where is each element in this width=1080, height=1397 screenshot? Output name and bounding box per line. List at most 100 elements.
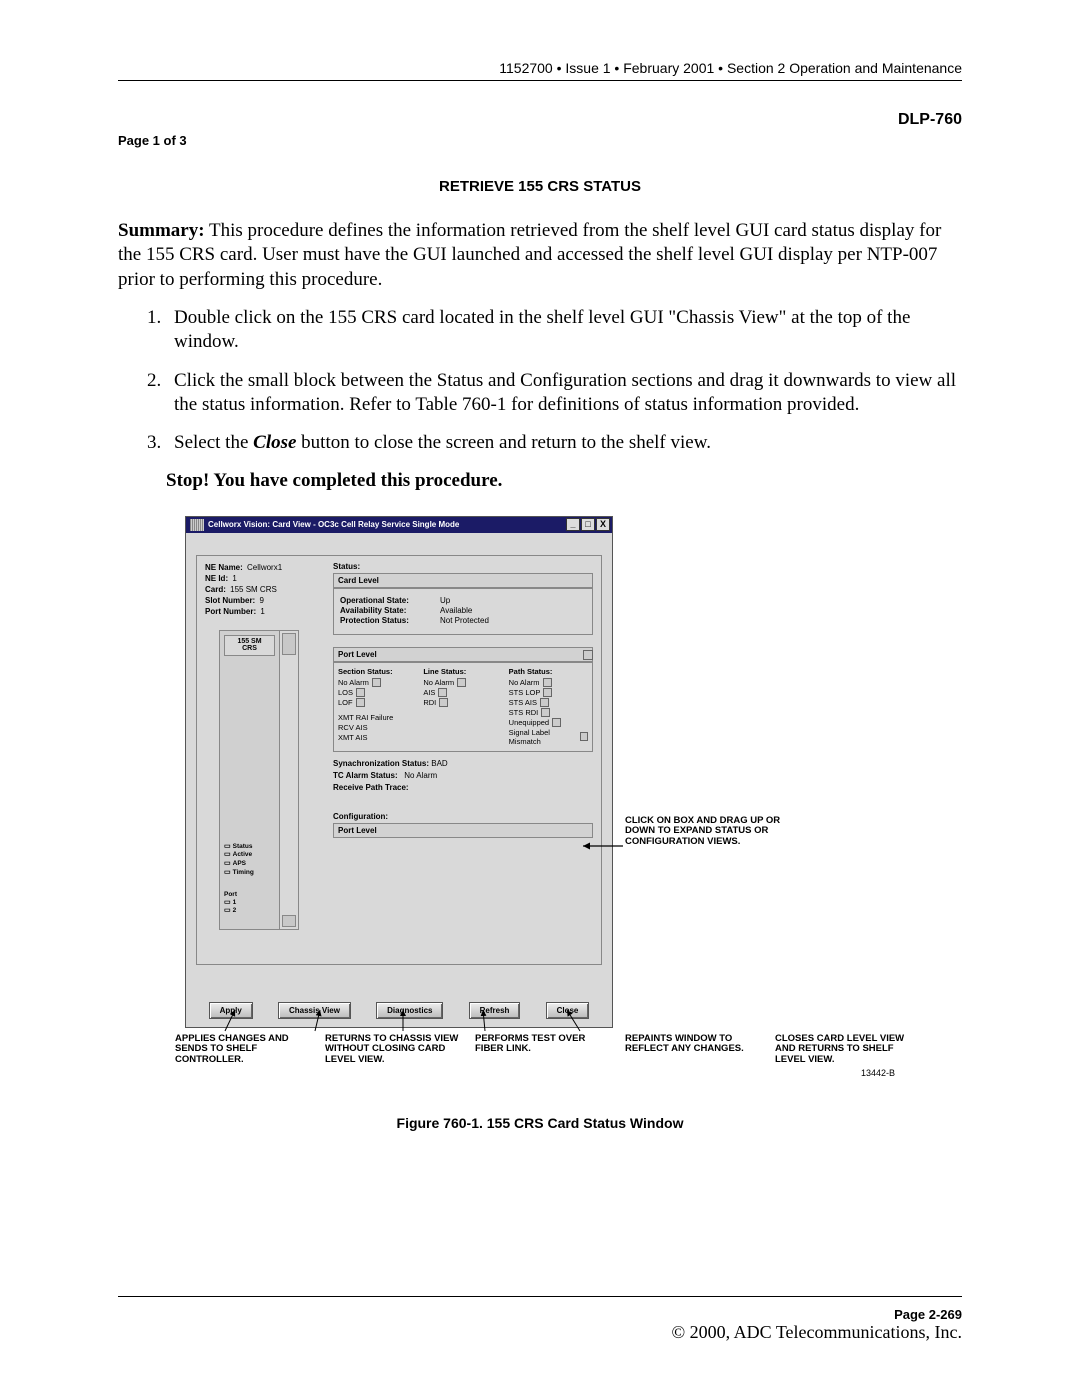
apply-button[interactable]: Apply [209,1002,253,1019]
led-status: Status [224,843,254,852]
indicator-icon [541,708,550,717]
protect-status-value: Not Protected [440,616,489,625]
slot-label: Slot Number: [205,596,255,605]
step-3: Select the Close button to close the scr… [166,431,962,455]
protect-status-label: Protection Status: [340,616,440,625]
avail-state-value: Available [440,606,472,615]
procedure-title: RETRIEVE 155 CRS STATUS [118,178,962,195]
xmt-ais: XMT AIS [338,733,367,742]
drag-handle[interactable] [583,650,593,660]
path-siglbl: Signal Label Mismatch [509,728,577,746]
refresh-desc: REPAINTS WINDOW TO REFLECT ANY CHANGES. [625,1034,765,1067]
rcv-path-label: Receive Path Trace: [333,783,409,792]
close-word: Close [253,432,296,453]
refresh-button[interactable]: Refresh [469,1002,521,1019]
line-status-header: Line Status: [423,667,502,676]
rcv-ais: RCV AIS [338,723,368,732]
summary-paragraph: Summary: This procedure defines the info… [118,219,962,292]
card-strip[interactable]: 155 SMCRS Status Active APS Timing Port … [220,631,280,929]
indicator-icon [552,718,561,727]
ne-name-label: NE Name: [205,563,243,572]
ne-name-value: Cellworx1 [247,563,282,572]
indicator-icon [356,688,365,697]
sec-lof: LOF [338,698,353,707]
titlebar[interactable]: Cellworx Vision: Card View - OC3c Cell R… [186,517,612,533]
ne-id-label: NE Id: [205,574,228,583]
port-level-header: Port Level [333,647,593,662]
indicator-icon [457,678,466,687]
window-title: Cellworx Vision: Card View - OC3c Cell R… [208,520,459,529]
op-state-label: Operational State: [340,596,440,605]
section-status-header: Section Status: [338,667,417,676]
close-button[interactable]: Close [546,1002,590,1019]
chassis-desc: RETURNS TO CHASSIS VIEW WITHOUT CLOSING … [325,1034,465,1067]
step-2: Click the small block between the Status… [166,369,962,418]
indicator-icon [543,688,552,697]
page-of: Page 1 of 3 [118,133,962,148]
close-desc: CLOSES CARD LEVEL VIEW AND RETURNS TO SH… [775,1034,915,1067]
tc-value: No Alarm [404,771,437,780]
indicator-icon [372,678,381,687]
chassis-view-button[interactable]: Chassis View [278,1002,351,1019]
xmt-rai: XMT RAI Failure [338,713,393,722]
titlebar-grip-icon [190,519,204,531]
figure-id: 13442-B [861,1068,895,1078]
indicator-icon [580,732,588,741]
sync-value: BAD [431,759,447,768]
running-header: 1152700 • Issue 1 • February 2001 • Sect… [118,60,962,80]
app-window: Cellworx Vision: Card View - OC3c Cell R… [185,516,613,1028]
status-area: Status: Card Level Operational State:Up … [333,562,593,956]
led-aps: APS [224,860,254,869]
ne-id-value: 1 [232,574,236,583]
op-state-value: Up [440,596,450,605]
port-value: 1 [260,607,264,616]
maximize-button[interactable]: □ [581,518,595,531]
card-level-fieldset: Operational State:Up Availability State:… [333,588,593,635]
config-port-level: Port Level [333,823,593,838]
path-uneq: Unequipped [509,718,549,727]
diagnostics-button[interactable]: Diagnostics [376,1002,443,1019]
button-descriptions: APPLIES CHANGES AND SENDS TO SHELF CONTR… [175,1034,915,1067]
indicator-icon [540,698,549,707]
card-column: 155 SMCRS Status Active APS Timing Port … [219,630,299,930]
dlp-code: DLP-760 [118,111,962,129]
tc-label: TC Alarm Status: [333,771,398,780]
scroll-thumb2-icon[interactable] [282,915,296,927]
misc-status: Synachronization Status: BAD TC Alarm St… [333,758,593,794]
indicator-icon [543,678,552,687]
sec-los: LOS [338,688,353,697]
figure-caption: Figure 760-1. 155 CRS Card Status Window [118,1115,962,1131]
header-rule [118,80,962,81]
port-2: 2 [224,906,237,914]
summary-text: This procedure defines the information r… [118,220,941,290]
path-noalarm: No Alarm [509,678,540,687]
card-scrollbar[interactable] [280,631,298,929]
led-active: Active [224,851,254,860]
card-label: Card: [205,585,226,594]
card-level-header: Card Level [333,573,593,588]
footer-rule [118,1296,962,1297]
stop-line: Stop! You have completed this procedure. [166,470,962,492]
status-label: Status: [333,562,593,571]
sync-label: Synachronization Status: [333,759,429,768]
slot-value: 9 [259,596,263,605]
port-1: 1 [224,898,237,906]
minimize-button[interactable]: _ [566,518,580,531]
card-strip-label: 155 SMCRS [224,635,275,656]
scroll-thumb-icon[interactable] [282,633,296,655]
footer: Page 2-269 © 2000, ADC Telecommunication… [118,1307,962,1343]
figure-760-1: Cellworx Vision: Card View - OC3c Cell R… [185,516,895,1081]
path-stsrdi: STS RDI [509,708,539,717]
steps-list: Double click on the 155 CRS card located… [166,306,962,456]
close-window-button[interactable]: X [596,518,610,531]
indicator-icon [439,698,448,707]
line-noalarm: No Alarm [423,678,454,687]
line-rdi: RDI [423,698,436,707]
indicator-icon [356,698,365,707]
drag-callout: CLICK ON BOX AND DRAG UP OR DOWN TO EXPA… [625,816,800,849]
line-ais: AIS [423,688,435,697]
path-stslop: STS LOP [509,688,541,697]
step-1: Double click on the 155 CRS card located… [166,306,962,355]
summary-label: Summary: [118,220,205,241]
port-group: Port 1 2 [224,891,237,914]
